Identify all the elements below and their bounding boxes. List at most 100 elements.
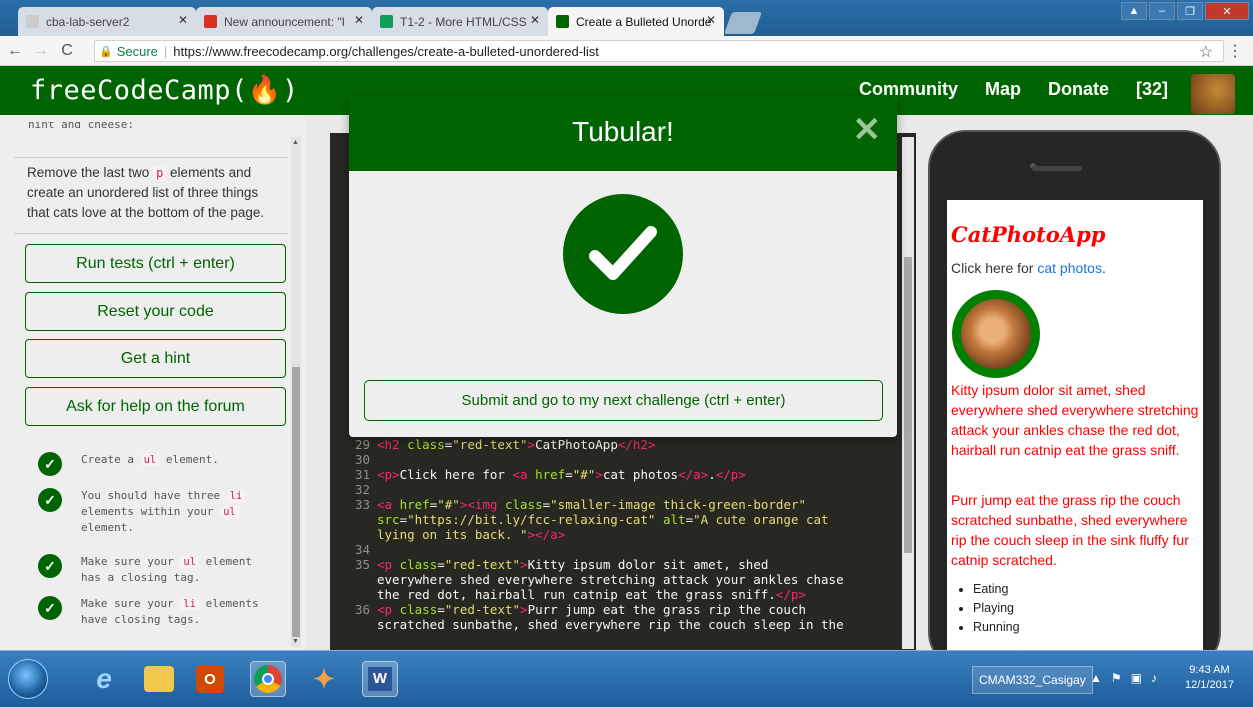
scroll-down-icon[interactable]: ▼ bbox=[292, 638, 299, 645]
editor-scrollbar[interactable] bbox=[902, 137, 914, 649]
tray-expand-icon[interactable]: ▲ bbox=[1090, 671, 1102, 685]
tab-close-icon[interactable]: ✕ bbox=[706, 13, 716, 27]
test-text: Create a ul element. bbox=[81, 452, 271, 468]
chrome-icon[interactable] bbox=[250, 661, 286, 697]
scrollbar-thumb[interactable] bbox=[292, 367, 300, 637]
tab-cba-lab-server2[interactable]: cba-lab-server2 ✕ bbox=[18, 7, 196, 36]
test-text: Make sure your ul element has a closing … bbox=[81, 554, 271, 586]
success-check-icon bbox=[563, 194, 683, 314]
tab-title: Create a Bulleted Unorde bbox=[576, 14, 712, 29]
test-label: element. bbox=[81, 521, 134, 534]
line-number: 32 bbox=[354, 482, 370, 497]
preview-text: . bbox=[1101, 260, 1106, 276]
tab-more-html-css[interactable]: T1-2 - More HTML/CSS ✕ bbox=[372, 7, 548, 36]
get-hint-button[interactable]: Get a hint bbox=[25, 339, 286, 378]
back-arrow-icon[interactable]: ← bbox=[4, 42, 26, 60]
scroll-up-icon[interactable]: ▲ bbox=[292, 139, 299, 146]
close-icon[interactable]: ✕ bbox=[853, 113, 882, 147]
secure-label: Secure bbox=[116, 43, 158, 59]
fcc-logo[interactable]: freeCodeCamp(🔥) bbox=[30, 74, 299, 106]
tab-gmail-announcement[interactable]: New announcement: "I ✕ bbox=[196, 7, 372, 36]
code-tag: ul bbox=[140, 454, 160, 466]
code-text[interactable]: <p>Click here for <a href="#">cat photos… bbox=[377, 467, 746, 482]
phone-speaker bbox=[1032, 166, 1082, 171]
word-icon[interactable]: W bbox=[362, 661, 398, 697]
list-item: Eating bbox=[973, 580, 1020, 599]
reload-icon[interactable]: C bbox=[56, 42, 78, 60]
code-text[interactable]: <p class="red-text">Kitty ipsum dolor si… bbox=[377, 557, 768, 572]
maximize-icon[interactable]: ❐ bbox=[1177, 2, 1203, 20]
clock[interactable]: 9:43 AM 12/1/2017 bbox=[1185, 663, 1234, 693]
left-panel-scrollbar[interactable]: ▲ ▼ bbox=[291, 137, 301, 647]
code-tag: p bbox=[153, 166, 167, 180]
fox-app-icon[interactable]: ✦ bbox=[306, 661, 342, 697]
test-text: You should have three li elements within… bbox=[81, 488, 271, 536]
tab-create-bulleted-list[interactable]: Create a Bulleted Unorde ✕ bbox=[548, 7, 724, 36]
taskbar-user-label[interactable]: CMAM332_Casigay bbox=[972, 666, 1093, 694]
test-item: ✓ Create a ul element. bbox=[38, 452, 271, 476]
window-close-icon[interactable]: ✕ bbox=[1205, 2, 1249, 20]
window-controls: ▲ – ❐ ✕ bbox=[1121, 2, 1249, 20]
code-text[interactable]: <a href="#"><img class="smaller-image th… bbox=[377, 497, 806, 512]
preview-list: Eating Playing Running bbox=[973, 580, 1020, 637]
address-bar: ← → C 🔒 Secure | https://www.freecodecam… bbox=[0, 36, 1253, 66]
tab-title: New announcement: "I bbox=[224, 14, 345, 29]
code-text[interactable]: <p class="red-text">Purr jump eat the gr… bbox=[377, 602, 806, 617]
minimize-icon[interactable]: – bbox=[1149, 2, 1175, 20]
browser-menu-icon[interactable]: ⋮ bbox=[1227, 41, 1243, 61]
url-input[interactable]: 🔒 Secure | https://www.freecodecamp.org/… bbox=[94, 40, 1224, 62]
code-tag: ul bbox=[220, 506, 239, 518]
check-icon: ✓ bbox=[38, 554, 62, 578]
code-text[interactable]: the red dot, hairball run catnip eat the… bbox=[377, 587, 806, 602]
internet-explorer-icon[interactable]: e bbox=[86, 661, 122, 697]
test-item: ✓ Make sure your li elements have closin… bbox=[38, 596, 271, 628]
test-label: You should have three bbox=[81, 489, 227, 502]
code-text[interactable]: lying on its back. "></a> bbox=[377, 527, 565, 542]
tab-close-icon[interactable]: ✕ bbox=[530, 13, 540, 27]
reset-code-button[interactable]: Reset your code bbox=[25, 292, 286, 331]
start-button[interactable] bbox=[8, 659, 48, 699]
bookmark-star-icon[interactable]: ☆ bbox=[1199, 42, 1213, 62]
points-badge[interactable]: [32] bbox=[1136, 79, 1168, 100]
network-icon[interactable]: ▣ bbox=[1131, 671, 1142, 685]
avatar[interactable] bbox=[1191, 74, 1235, 114]
cat-image[interactable] bbox=[952, 290, 1040, 378]
fcc-favicon-icon bbox=[556, 15, 569, 28]
gmail-icon bbox=[204, 15, 217, 28]
run-tests-button[interactable]: Run tests (ctrl + enter) bbox=[25, 244, 286, 283]
new-tab-button[interactable] bbox=[723, 12, 763, 34]
code-text[interactable]: scratched sunbathe, shed everywhere rip … bbox=[377, 617, 844, 632]
preview-text: Click here for bbox=[951, 260, 1038, 276]
line-number: 34 bbox=[354, 542, 370, 557]
divider bbox=[14, 233, 288, 234]
ask-forum-button[interactable]: Ask for help on the forum bbox=[25, 387, 286, 426]
file-explorer-icon[interactable] bbox=[144, 666, 174, 692]
nav-map[interactable]: Map bbox=[985, 79, 1021, 100]
code-tag: ul bbox=[180, 556, 199, 568]
previous-text-cutoff: hint and cheese: bbox=[28, 122, 134, 131]
modal-title: Tubular! bbox=[572, 116, 674, 147]
tab-title: cba-lab-server2 bbox=[46, 14, 130, 29]
tab-close-icon[interactable]: ✕ bbox=[178, 13, 188, 27]
success-modal: Tubular! ✕ Submit and go to my next chal… bbox=[349, 97, 897, 437]
preview-screen: CatPhotoApp Click here for cat photos. K… bbox=[947, 200, 1203, 650]
user-profile-icon[interactable]: ▲ bbox=[1121, 2, 1147, 20]
nav-donate[interactable]: Donate bbox=[1048, 79, 1109, 100]
code-text[interactable]: <h2 class="red-text">CatPhotoApp</h2> bbox=[377, 437, 656, 452]
test-label: Make sure your bbox=[81, 597, 181, 610]
action-center-icon[interactable]: ⚑ bbox=[1111, 671, 1122, 685]
preview-title: CatPhotoApp bbox=[951, 222, 1106, 247]
tab-title: T1-2 - More HTML/CSS bbox=[400, 14, 527, 29]
office-icon[interactable]: O bbox=[196, 665, 224, 693]
forward-arrow-icon[interactable]: → bbox=[30, 42, 52, 60]
scrollbar-thumb[interactable] bbox=[904, 257, 912, 553]
tab-close-icon[interactable]: ✕ bbox=[354, 13, 364, 27]
clock-time: 9:43 AM bbox=[1189, 664, 1230, 676]
system-tray: ▲ ⚑ ▣ ♪ bbox=[1090, 671, 1157, 685]
cat-photos-link[interactable]: cat photos bbox=[1037, 260, 1102, 276]
code-text[interactable]: src="https://bit.ly/fcc-relaxing-cat" al… bbox=[377, 512, 829, 527]
volume-icon[interactable]: ♪ bbox=[1151, 671, 1157, 685]
code-text[interactable]: everywhere shed everywhere stretching at… bbox=[377, 572, 844, 587]
submit-next-button[interactable]: Submit and go to my next challenge (ctrl… bbox=[364, 380, 883, 421]
preview-link-paragraph: Click here for cat photos. bbox=[951, 260, 1106, 276]
